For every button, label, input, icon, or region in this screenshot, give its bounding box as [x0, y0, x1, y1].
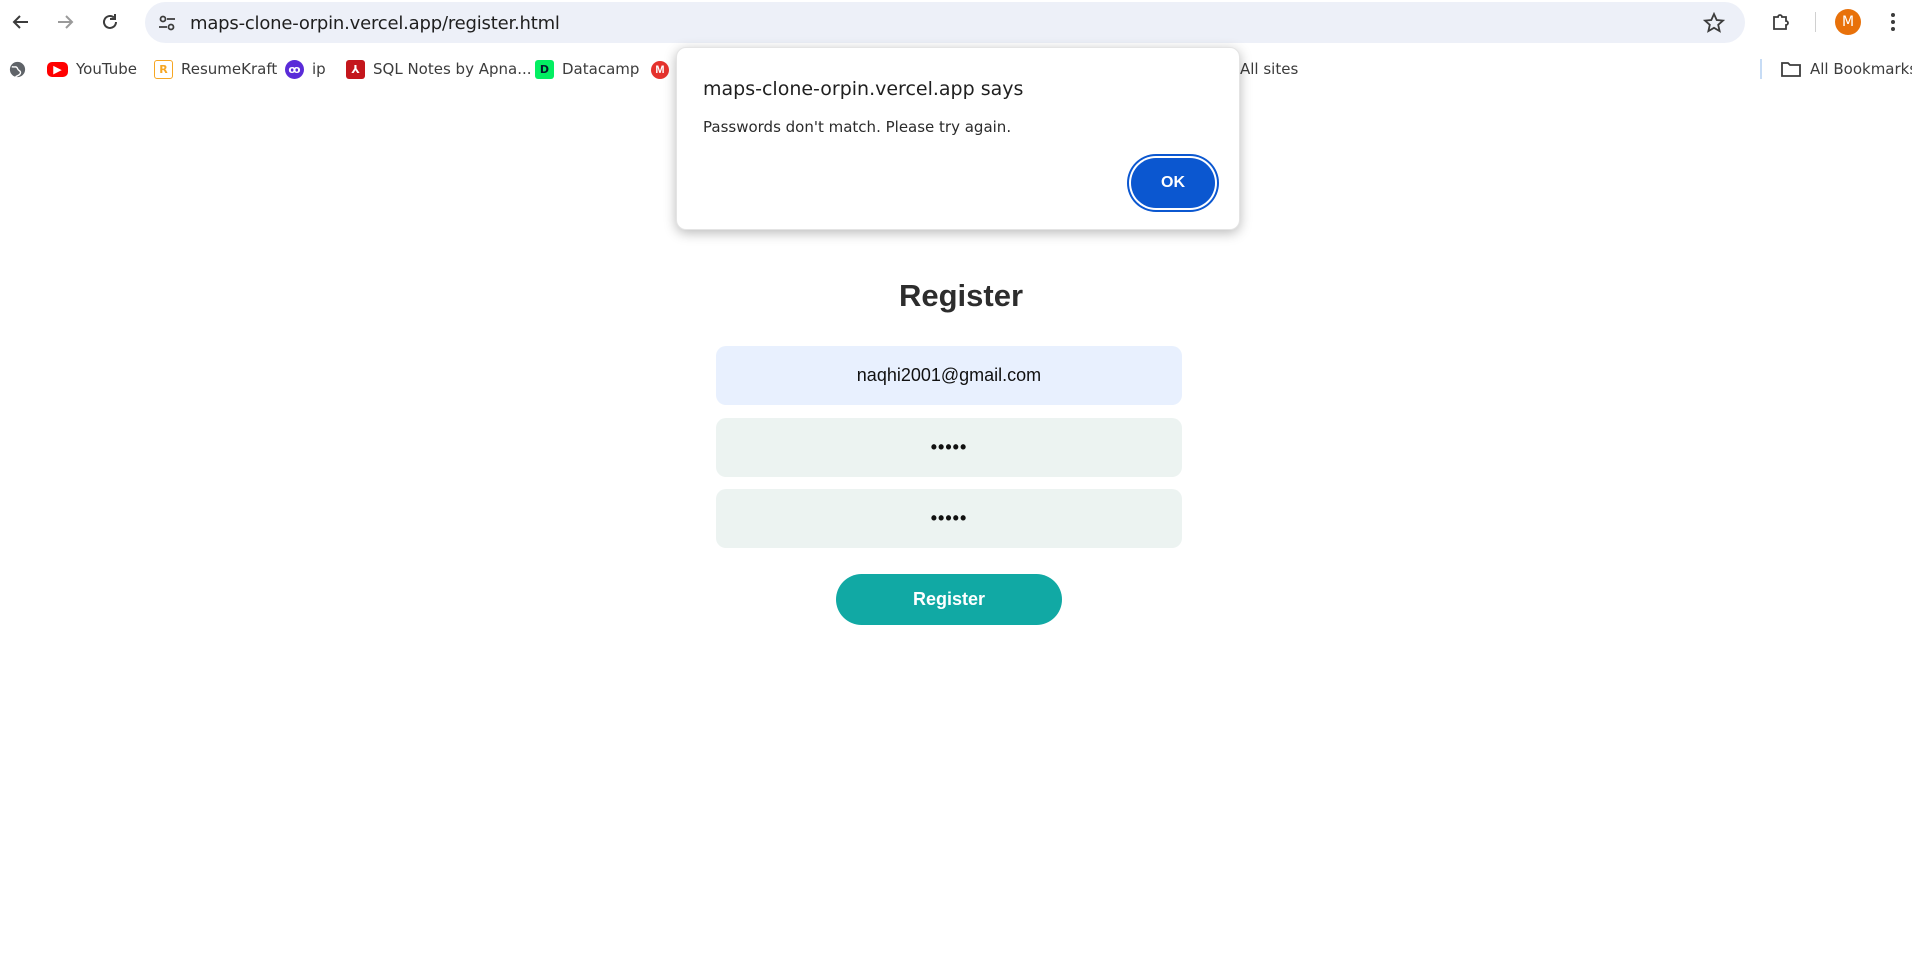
back-button[interactable] [6, 7, 36, 37]
arrow-left-icon [12, 15, 28, 29]
bookmark-partial-icon[interactable]: M [651, 61, 669, 79]
folder-icon [1781, 62, 1801, 77]
all-bookmarks-folder[interactable]: All Bookmarks [1780, 58, 1912, 80]
profile-avatar[interactable]: M [1835, 9, 1861, 35]
page-title: Register [898, 278, 1024, 313]
bookmark-star-icon[interactable] [1703, 12, 1725, 34]
puzzle-icon [1773, 14, 1789, 30]
profile-initial: M [1841, 14, 1855, 30]
alert-dialog: maps-clone-orpin.vercel.app says Passwor… [676, 47, 1240, 230]
bookmark-label: Datacamp [562, 60, 640, 78]
datacamp-icon: D [535, 59, 554, 79]
address-bar[interactable]: maps-clone-orpin.vercel.app/register.htm… [145, 2, 1745, 43]
alert-message: Passwords don't match. Please try again. [703, 118, 1012, 136]
bookmark-label: ip [312, 60, 326, 78]
confirm-password-input[interactable]: ••••• [716, 489, 1182, 548]
bookmark-label: YouTube [76, 60, 137, 78]
bookmark-label: ResumeKraft [181, 60, 278, 78]
arrow-right-icon [58, 15, 74, 29]
more-vertical-icon [1891, 13, 1895, 31]
alert-title: maps-clone-orpin.vercel.app says [703, 78, 1024, 100]
youtube-icon: ▶ [47, 61, 68, 77]
globe-icon[interactable] [8, 60, 27, 79]
register-button[interactable]: Register [836, 574, 1062, 625]
bookmark-label: All Bookmarks [1810, 60, 1912, 78]
bookmark-label: All sites [1240, 60, 1299, 78]
ok-button[interactable]: OK [1131, 158, 1215, 208]
bookmark-datacamp[interactable]: D Datacamp [535, 58, 639, 80]
toolbar-divider [1815, 12, 1816, 32]
bookmark-ip[interactable]: ꝏ ip [285, 58, 326, 80]
bookmark-sql-notes[interactable]: ⅄ SQL Notes by Apna... [346, 58, 532, 80]
menu-button[interactable] [1882, 7, 1904, 37]
bookmark-youtube[interactable]: ▶ YouTube [47, 58, 137, 80]
site-info-icon[interactable] [157, 13, 177, 33]
url-text[interactable]: maps-clone-orpin.vercel.app/register.htm… [190, 13, 560, 34]
bookmark-label: SQL Notes by Apna... [373, 60, 532, 78]
resumekraft-icon: R [154, 59, 173, 79]
bookmarks-divider [1760, 59, 1762, 79]
extensions-button[interactable] [1766, 7, 1796, 37]
pdf-icon: ⅄ [346, 59, 365, 79]
password-input[interactable]: ••••• [716, 418, 1182, 477]
reload-icon [103, 14, 117, 29]
bookmark-resumekraft[interactable]: R ResumeKraft [154, 58, 277, 80]
browser-toolbar: maps-clone-orpin.vercel.app/register.htm… [0, 0, 1912, 46]
bookmark-all-sites[interactable]: All sites [1240, 58, 1298, 80]
email-input[interactable]: naqhi2001@gmail.com [716, 346, 1182, 405]
reload-button[interactable] [95, 7, 125, 37]
ip-icon: ꝏ [285, 59, 304, 79]
forward-button[interactable] [50, 7, 80, 37]
